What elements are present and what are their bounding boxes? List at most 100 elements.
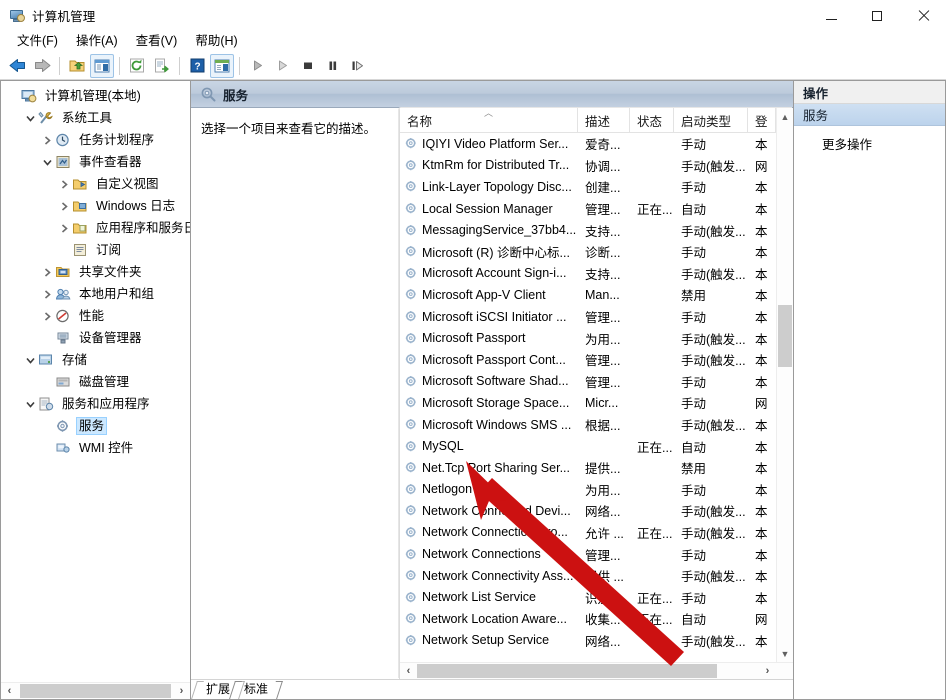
tree-node-5[interactable]: Windows 日志 bbox=[1, 195, 190, 217]
tree-node-7[interactable]: 订阅 bbox=[1, 239, 190, 261]
table-row[interactable]: Microsoft Software Shad... 管理... 手动 本 bbox=[400, 371, 776, 393]
tree-node-6[interactable]: 应用程序和服务日志 bbox=[1, 217, 190, 239]
table-row[interactable]: Network Connectivity Ass... 提供 ... 手动(触发..… bbox=[400, 565, 776, 587]
forward-button[interactable] bbox=[30, 54, 54, 78]
table-row[interactable]: Microsoft Passport 为用... 手动(触发... 本 bbox=[400, 327, 776, 349]
menu-file[interactable]: 文件(F) bbox=[8, 32, 67, 51]
tree-node-12[interactable]: 存储 bbox=[1, 349, 190, 371]
more-actions-item[interactable]: 更多操作 bbox=[794, 132, 945, 154]
cell-text: 本 bbox=[755, 246, 768, 261]
minimize-button[interactable] bbox=[808, 0, 854, 31]
tree-scroll-left-button[interactable]: ‹ bbox=[1, 683, 18, 699]
chevron-right-icon[interactable] bbox=[56, 220, 72, 236]
table-row[interactable]: Microsoft (R) 诊断中心标... 诊断... 手动 本 bbox=[400, 241, 776, 263]
tree-node-9[interactable]: 本地用户和组 bbox=[1, 283, 190, 305]
list-hscroll-track[interactable] bbox=[417, 663, 759, 679]
list-scroll-left-button[interactable]: ‹ bbox=[400, 663, 417, 679]
vscroll-thumb[interactable] bbox=[778, 305, 792, 367]
chevron-right-icon[interactable] bbox=[39, 132, 55, 148]
services-vertical-scrollbar[interactable]: ▲ ▼ bbox=[776, 108, 793, 662]
pause-service-button[interactable] bbox=[320, 54, 344, 78]
tab-standard[interactable]: 标准 bbox=[229, 681, 283, 699]
table-row[interactable]: Net.Tcp Port Sharing Ser... 提供... 禁用 本 bbox=[400, 457, 776, 479]
column-header-2[interactable]: 状态 bbox=[630, 108, 674, 132]
tree-hscroll-track[interactable] bbox=[18, 683, 173, 699]
stop-service-button[interactable] bbox=[295, 54, 319, 78]
table-row[interactable]: Network Location Aware... 收集... 正在... 自动 网 bbox=[400, 608, 776, 630]
chevron-right-icon[interactable] bbox=[39, 264, 55, 280]
cell-startup: 手动(触发... bbox=[674, 264, 748, 283]
up-one-level-button[interactable] bbox=[65, 54, 89, 78]
cell-desc: 允许 ... bbox=[578, 523, 630, 542]
vscroll-track[interactable] bbox=[777, 125, 793, 645]
tree-node-16[interactable]: WMI 控件 bbox=[1, 437, 190, 459]
close-button[interactable] bbox=[900, 0, 946, 31]
refresh-button[interactable] bbox=[125, 54, 149, 78]
table-row[interactable]: KtmRm for Distributed Tr... 协调... 手动(触发...… bbox=[400, 155, 776, 177]
start-service-button[interactable] bbox=[245, 54, 269, 78]
tree-horizontal-scrollbar[interactable]: ‹ › bbox=[1, 682, 190, 699]
chevron-right-icon[interactable] bbox=[39, 308, 55, 324]
menu-view[interactable]: 查看(V) bbox=[127, 32, 187, 51]
maximize-button[interactable] bbox=[854, 0, 900, 31]
tree-node-13[interactable]: 磁盘管理 bbox=[1, 371, 190, 393]
table-row[interactable]: Microsoft Passport Cont... 管理... 手动(触发... 本 bbox=[400, 349, 776, 371]
table-row[interactable]: Local Session Manager 管理... 正在... 自动 本 bbox=[400, 198, 776, 220]
table-row[interactable]: Microsoft App-V Client Man... 禁用 本 bbox=[400, 284, 776, 306]
back-button[interactable] bbox=[5, 54, 29, 78]
table-row[interactable]: Network Connection Bro... 允许 ... 正在... 手动(触… bbox=[400, 522, 776, 544]
list-scroll-right-button[interactable]: › bbox=[759, 663, 776, 679]
show-hide-tree-button[interactable] bbox=[90, 53, 114, 78]
menu-help[interactable]: 帮助(H) bbox=[186, 32, 246, 51]
table-row[interactable]: Microsoft iSCSI Initiator ... 管理... 手动 本 bbox=[400, 306, 776, 328]
tree-node-10[interactable]: 性能 bbox=[1, 305, 190, 327]
tree-node-0[interactable]: 计算机管理(本地) bbox=[1, 85, 190, 107]
table-row[interactable]: Netlogon 为用... 手动 本 bbox=[400, 479, 776, 501]
chevron-right-icon[interactable] bbox=[56, 198, 72, 214]
tree-node-8[interactable]: 共享文件夹 bbox=[1, 261, 190, 283]
properties-button[interactable] bbox=[210, 53, 234, 78]
tree-node-4[interactable]: 自定义视图 bbox=[1, 173, 190, 195]
column-header-4[interactable]: 登 bbox=[748, 108, 776, 132]
table-row[interactable]: Microsoft Storage Space... Micr... 手动 网 bbox=[400, 392, 776, 414]
table-row[interactable]: Link-Layer Topology Disc... 创建... 手动 本 bbox=[400, 176, 776, 198]
tree-node-14[interactable]: 服务和应用程序 bbox=[1, 393, 190, 415]
resume-service-button[interactable] bbox=[270, 54, 294, 78]
services-row-list[interactable]: IQIYI Video Platform Ser... 爱奇... 手动本 KtmRm… bbox=[400, 133, 776, 662]
tree-node-11[interactable]: 设备管理器 bbox=[1, 327, 190, 349]
chevron-down-icon[interactable] bbox=[22, 396, 38, 412]
help-button[interactable]: ? bbox=[185, 54, 209, 78]
column-header-0[interactable]: 名称 ︿ bbox=[400, 108, 578, 132]
chevron-right-icon[interactable] bbox=[39, 286, 55, 302]
menu-action[interactable]: 操作(A) bbox=[67, 32, 127, 51]
table-row[interactable]: Microsoft Windows SMS ... 根据... 手动(触发... 本 bbox=[400, 414, 776, 436]
table-row[interactable]: Network List Service 识别... 正在... 手动 本 bbox=[400, 586, 776, 608]
table-row[interactable]: MessagingService_37bb4... 支持... 手动(触发... 本 bbox=[400, 219, 776, 241]
tree-node-1[interactable]: 系统工具 bbox=[1, 107, 190, 129]
tree-scroll-right-button[interactable]: › bbox=[173, 683, 190, 699]
chevron-down-icon[interactable] bbox=[22, 352, 38, 368]
table-row[interactable]: Network Connections 管理... 手动 本 bbox=[400, 543, 776, 565]
chevron-right-icon[interactable] bbox=[56, 176, 72, 192]
table-row[interactable]: IQIYI Video Platform Ser... 爱奇... 手动 本 bbox=[400, 133, 776, 155]
tree-node-label: 磁盘管理 bbox=[79, 375, 130, 389]
tree-hscroll-thumb[interactable] bbox=[20, 684, 171, 698]
tree-node-15[interactable]: 服务 bbox=[1, 415, 190, 437]
scroll-up-button[interactable]: ▲ bbox=[777, 108, 793, 125]
table-row[interactable]: Network Setup Service 网络... 手动(触发... 本 bbox=[400, 630, 776, 652]
table-row[interactable]: MySQL 正在... 自动 本 bbox=[400, 435, 776, 457]
services-horizontal-scrollbar[interactable]: ‹ › bbox=[400, 662, 793, 679]
restart-service-button[interactable] bbox=[345, 54, 369, 78]
table-row[interactable]: Microsoft Account Sign-i... 支持... 手动(触发...… bbox=[400, 263, 776, 285]
export-list-button[interactable] bbox=[150, 54, 174, 78]
table-row[interactable]: Network Connected Devi... 网络... 手动(触发... 本 bbox=[400, 500, 776, 522]
column-header-3[interactable]: 启动类型 bbox=[674, 108, 748, 132]
cell-text: 手动(触发... bbox=[681, 570, 746, 585]
column-header-1[interactable]: 描述 bbox=[578, 108, 630, 132]
scroll-down-button[interactable]: ▼ bbox=[777, 645, 793, 662]
tree-node-3[interactable]: 事件查看器 bbox=[1, 151, 190, 173]
tree-node-2[interactable]: 任务计划程序 bbox=[1, 129, 190, 151]
chevron-down-icon[interactable] bbox=[39, 154, 55, 170]
chevron-down-icon[interactable] bbox=[22, 110, 38, 126]
list-hscroll-thumb[interactable] bbox=[417, 664, 717, 678]
